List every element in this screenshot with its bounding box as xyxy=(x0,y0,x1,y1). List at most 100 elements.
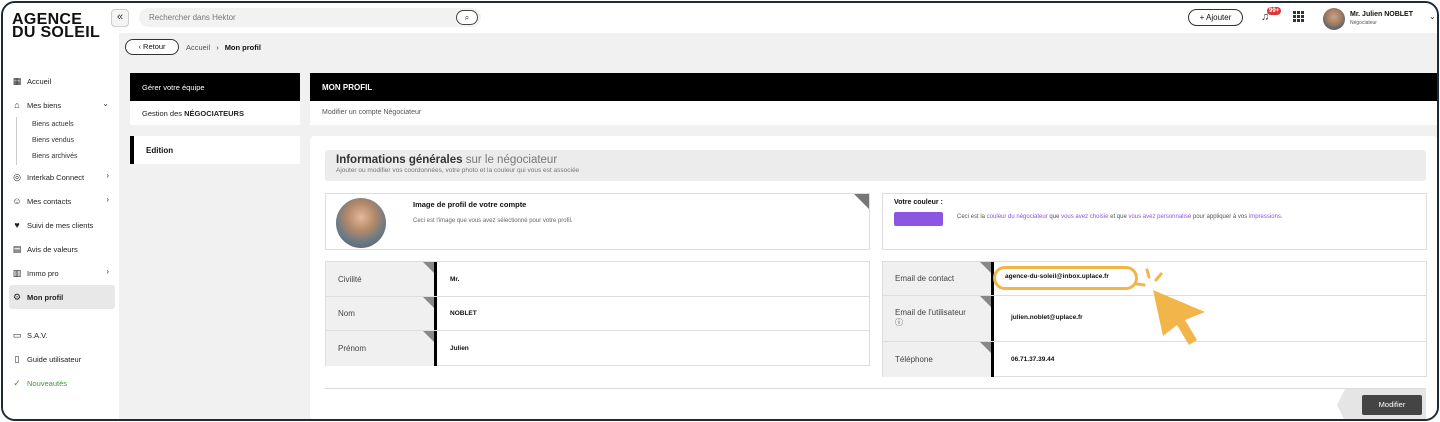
telephone-value[interactable]: 06.71.37.39.44 xyxy=(1011,356,1054,363)
color-box: Votre couleur : Ceci est la couleur du n… xyxy=(882,193,1427,250)
color-swatch[interactable] xyxy=(894,212,943,226)
edit-corner-icon[interactable] xyxy=(854,194,869,209)
identity-form: Civilité Mr. Nom NOBLET Prénom Julien xyxy=(325,261,870,366)
breadcrumb-home[interactable]: Accueil xyxy=(186,43,210,52)
sidebar-item-immo-pro[interactable]: ▥ Immo pro › xyxy=(9,261,115,285)
sidebar-item-label: Immo pro xyxy=(27,268,59,278)
field-label: Téléphone xyxy=(883,342,991,377)
section-title: Informations générales sur le négociateu… xyxy=(336,154,1415,166)
sidebar-item-label: Avis de valeurs xyxy=(27,244,78,254)
manage-negotiators-bold: NÉGOCIATEURS xyxy=(184,109,244,118)
sidebar-item-label: Mon profil xyxy=(27,292,64,302)
sidebar-item-mes-contacts[interactable]: ☺ Mes contacts › xyxy=(9,189,115,213)
book-icon: ▯ xyxy=(14,354,20,364)
form-footer: Modifier xyxy=(325,388,1426,419)
section-title-bold: Informations générales xyxy=(336,154,463,166)
building-pro-icon: ▥ xyxy=(12,268,22,278)
chat-icon: ▭ xyxy=(12,330,22,340)
avatar[interactable] xyxy=(1323,8,1345,30)
sidebar-item-nouveautes[interactable]: ✓ Nouveautés xyxy=(9,371,115,395)
field-label: Civilité xyxy=(326,262,434,296)
search-placeholder: Rechercher dans Hektor xyxy=(149,13,236,22)
chevron-down-icon[interactable]: ⌄ xyxy=(1429,12,1436,21)
sidebar-item-interkab-connect[interactable]: ◎ Interkab Connect › xyxy=(9,165,115,189)
section-header: Informations générales sur le négociateu… xyxy=(325,150,1426,181)
sidebar-item-label: Suivi de mes clients xyxy=(27,220,94,230)
sidebar-item-sav[interactable]: ▭ S.A.V. xyxy=(9,323,115,347)
contacts-icon: ☺ xyxy=(12,196,22,206)
breadcrumb: ‹ Retour Accueil › Mon profil xyxy=(125,39,261,55)
sidebar-subitem-biens-archives[interactable]: Biens archivés xyxy=(16,149,115,165)
corner-icon xyxy=(423,262,434,273)
page-subtitle: Modifier un compte Négociateur xyxy=(310,101,1437,125)
document-icon: ▤ xyxy=(12,244,22,254)
back-button[interactable]: ‹ Retour xyxy=(125,39,179,55)
add-button[interactable]: + Ajouter xyxy=(1188,9,1243,26)
collapse-sidebar-button[interactable]: « xyxy=(111,9,129,27)
chevron-right-icon: › xyxy=(106,171,109,180)
field-row-prenom: Prénom Julien xyxy=(326,331,869,366)
modify-button[interactable]: Modifier xyxy=(1362,395,1422,415)
field-row-civilite: Civilité Mr. xyxy=(326,262,869,297)
gear-icon: ⚙ xyxy=(12,292,22,302)
search-icon[interactable]: ⌕ xyxy=(456,10,478,25)
profile-card: Informations générales sur le négociateu… xyxy=(310,136,1437,419)
field-label: Email de contact xyxy=(883,262,991,295)
home-icon: ▦ xyxy=(12,76,22,86)
email-user-value[interactable]: julien.noblet@uplace.fr xyxy=(1011,314,1083,321)
chevron-right-icon: › xyxy=(106,195,109,204)
pointer-cursor-icon xyxy=(1135,268,1205,345)
sidebar-subitem-biens-vendus[interactable]: Biens vendus xyxy=(16,133,115,149)
field-divider xyxy=(991,296,994,341)
profile-photo[interactable] xyxy=(336,198,386,248)
page-title: MON PROFIL xyxy=(310,73,1437,101)
sidebar: AGENCE DU SOLEIL ▦ Accueil ⌂ Mes biens ⌄… xyxy=(3,3,119,419)
link-icon: ◎ xyxy=(13,172,21,182)
sidebar-item-label: Interkab Connect xyxy=(27,172,85,182)
notification-badge: 99+ xyxy=(1267,7,1282,15)
brand-logo[interactable]: AGENCE DU SOLEIL xyxy=(12,12,100,41)
field-divider xyxy=(434,297,437,330)
sidebar-item-mon-profil[interactable]: ⚙ Mon profil xyxy=(9,285,115,309)
manage-negotiators-prefix: Gestion des xyxy=(142,109,185,118)
sidebar-item-mes-biens[interactable]: ⌂ Mes biens ⌄ xyxy=(9,93,115,117)
breadcrumb-current: Mon profil xyxy=(224,42,261,52)
tab-edition[interactable]: Edition xyxy=(130,136,300,164)
corner-icon xyxy=(980,262,991,273)
sidebar-item-accueil[interactable]: ▦ Accueil xyxy=(9,69,115,93)
field-label: Nom xyxy=(326,297,434,330)
chevron-down-icon: ⌄ xyxy=(102,99,109,108)
search-input[interactable]: Rechercher dans Hektor ⌕ xyxy=(139,8,481,27)
sidebar-item-guide[interactable]: ▯ Guide utilisateur xyxy=(9,347,115,371)
sidebar-item-avis-valeurs[interactable]: ▤ Avis de valeurs xyxy=(9,237,115,261)
prenom-value[interactable]: Julien xyxy=(450,345,469,352)
sidebar-subitem-biens-actuels[interactable]: Biens actuels xyxy=(16,117,115,133)
heart-icon: ♥ xyxy=(14,220,20,230)
section-description: Ajouter ou modifier vos coordonnées, vot… xyxy=(336,167,580,174)
user-role: Négociateur xyxy=(1350,20,1377,26)
email-highlight-ring xyxy=(993,266,1138,290)
color-label: Votre couleur : xyxy=(894,199,943,206)
apps-grid-icon[interactable] xyxy=(1293,11,1304,22)
nom-value[interactable]: NOBLET xyxy=(450,310,477,317)
chevron-right-icon: › xyxy=(216,42,219,52)
sidebar-nav: ▦ Accueil ⌂ Mes biens ⌄ Biens actuels Bi… xyxy=(9,69,115,395)
field-divider xyxy=(434,262,437,296)
app-window: AGENCE DU SOLEIL ▦ Accueil ⌂ Mes biens ⌄… xyxy=(1,1,1439,421)
top-bar: Rechercher dans Hektor ⌕ + Ajouter ♫ 99+… xyxy=(119,3,1437,33)
info-icon[interactable]: ⓘ xyxy=(895,317,903,328)
sidebar-item-suivi-clients[interactable]: ♥ Suivi de mes clients xyxy=(9,213,115,237)
user-name[interactable]: Mr. Julien NOBLET xyxy=(1350,11,1413,18)
sidebar-item-label: Accueil xyxy=(27,76,52,86)
corner-icon xyxy=(423,331,434,342)
manage-negotiators-link[interactable]: Gestion des NÉGOCIATEURS xyxy=(130,101,300,125)
field-divider xyxy=(991,342,994,377)
chevron-right-icon: › xyxy=(106,267,109,276)
field-label: Prénom xyxy=(326,331,434,366)
corner-icon xyxy=(980,342,991,353)
sidebar-item-label: S.A.V. xyxy=(27,330,48,340)
sidebar-item-label: Mes biens xyxy=(27,100,62,110)
corner-icon xyxy=(980,296,991,307)
civilite-value[interactable]: Mr. xyxy=(450,276,459,283)
